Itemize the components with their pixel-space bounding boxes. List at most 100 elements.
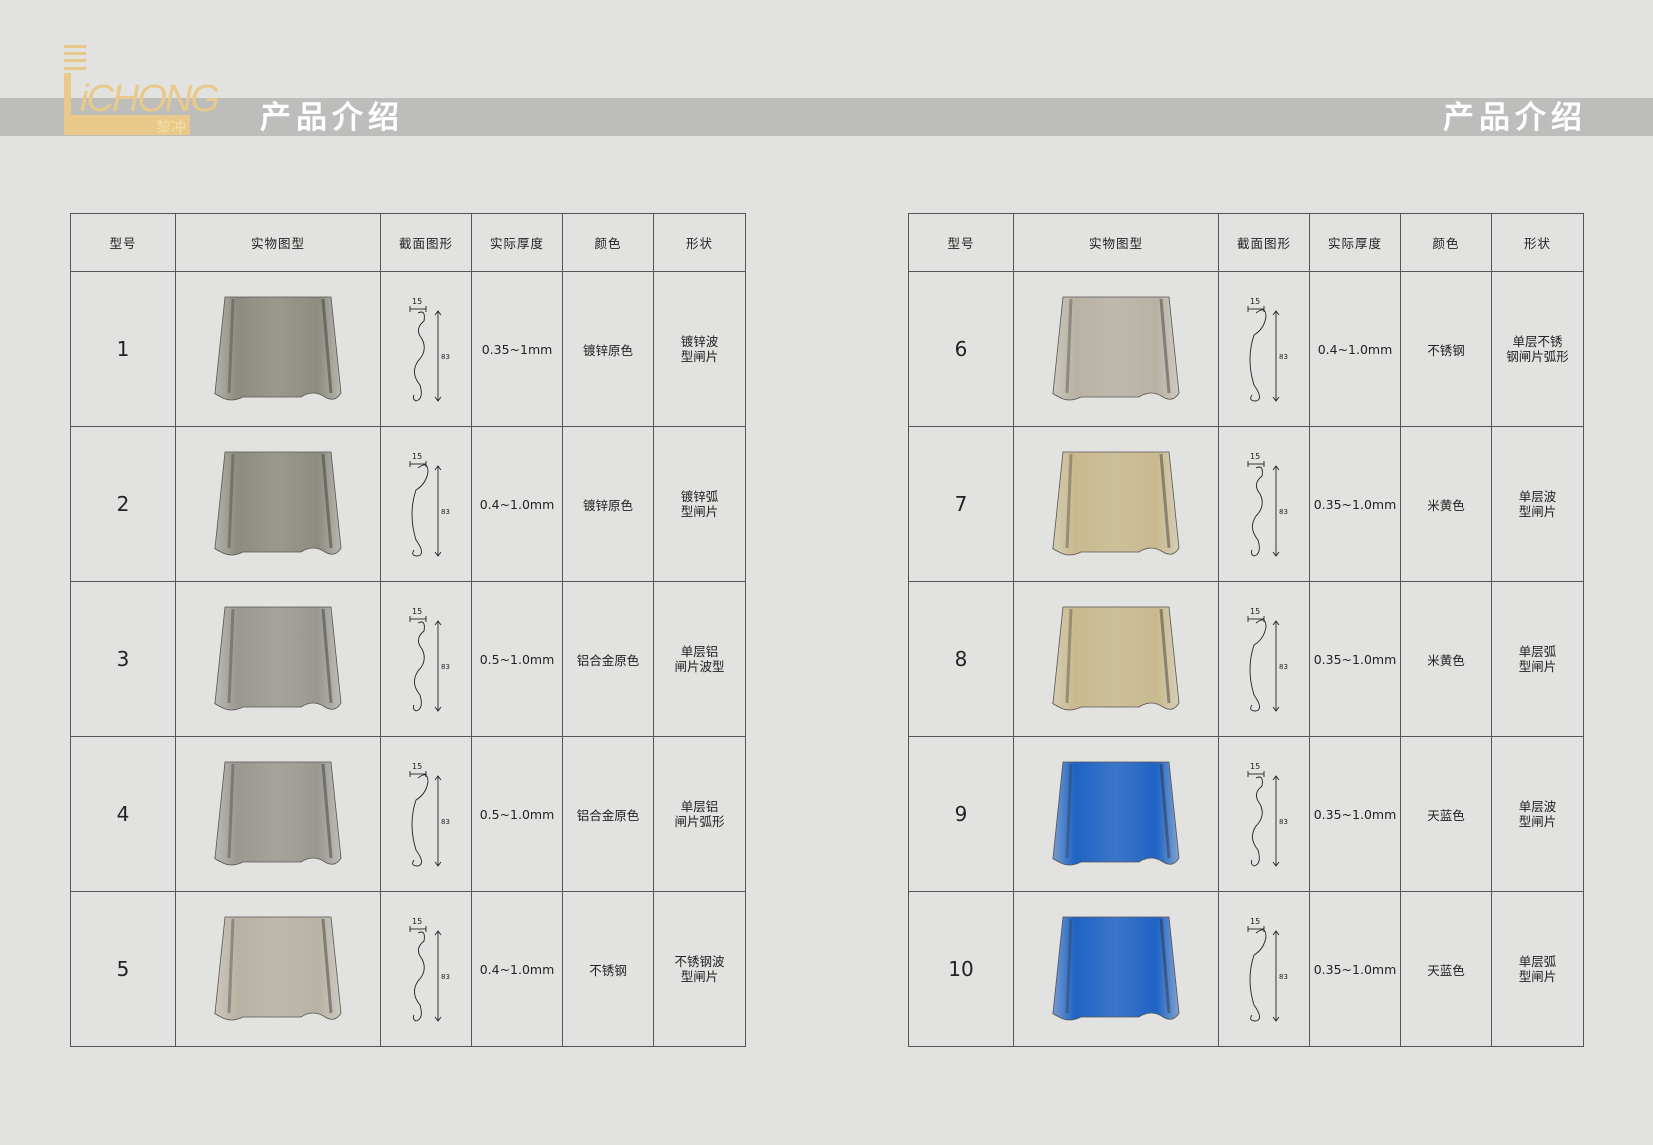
lichong-logo: iCHONG 黎冲 [64, 45, 220, 136]
cross-section-drawing: 1583 [409, 607, 450, 712]
svg-text:15: 15 [1250, 917, 1260, 926]
svg-text:15: 15 [1250, 297, 1260, 306]
column-header: 型号 [908, 213, 1014, 272]
svg-text:15: 15 [1250, 607, 1260, 616]
section-cell: 15 83 [380, 581, 472, 737]
thickness: 0.35~1mm [471, 271, 563, 427]
thickness: 0.35~1.0mm [1309, 891, 1401, 1047]
thickness: 0.5~1.0mm [471, 581, 563, 737]
model-number: 4 [70, 736, 176, 892]
svg-text:83: 83 [1279, 818, 1288, 826]
photo-cell [175, 271, 381, 427]
model-number: 10 [908, 891, 1014, 1047]
svg-text:黎冲: 黎冲 [156, 118, 186, 136]
column-header: 形状 [653, 213, 746, 272]
table-header-row: 型号 实物图型 截面图形 实际厚度 颜色 形状 [908, 213, 1584, 272]
svg-text:83: 83 [441, 353, 450, 361]
shape-line: 闸片弧形 [674, 814, 725, 829]
model-number: 9 [908, 736, 1014, 892]
svg-text:83: 83 [441, 973, 450, 981]
product-photo [1052, 451, 1180, 556]
model-number: 6 [908, 271, 1014, 427]
shape-description: 单层弧 型闸片 [1491, 581, 1584, 737]
shape-description: 单层波 型闸片 [1491, 736, 1584, 892]
shape-line: 型闸片 [1518, 504, 1557, 519]
cross-section-drawing: 1583 [1247, 607, 1288, 712]
table-body: 1 15 83 0.35~1mm 镀锌原色 镀锌波 型闸片 2 15 83 0.4~1.0mm 镀锌原… [70, 271, 746, 1047]
photo-cell [175, 426, 381, 582]
product-photo [214, 761, 342, 866]
column-header: 颜色 [1400, 213, 1492, 272]
shape-description: 镀锌波 型闸片 [653, 271, 746, 427]
cross-section-drawing: 1583 [1247, 452, 1288, 557]
cross-section-drawing: 1583 [409, 297, 450, 402]
product-photo [214, 296, 342, 401]
product-photo [214, 451, 342, 556]
section-cell: 15 83 [380, 891, 472, 1047]
shape-line: 不锈钢波 [674, 954, 725, 969]
table-row: 3 15 83 0.5~1.0mm 铝合金原色 单层铝 闸片波型 [70, 581, 746, 737]
shape-line: 镀锌弧 [680, 489, 719, 504]
photo-cell [1013, 581, 1219, 737]
cross-section-drawing: 1583 [1247, 762, 1288, 867]
color-name: 不锈钢 [1400, 271, 1492, 427]
shape-line: 型闸片 [1518, 814, 1557, 829]
svg-text:15: 15 [412, 762, 422, 771]
svg-text:83: 83 [1279, 663, 1288, 671]
column-header: 截面图形 [380, 213, 472, 272]
model-number: 3 [70, 581, 176, 737]
table-row: 9 15 83 0.35~1.0mm 天蓝色 单层波 型闸片 [908, 736, 1584, 892]
shape-description: 镀锌弧 型闸片 [653, 426, 746, 582]
cross-section-drawing: 1583 [409, 452, 450, 557]
column-header: 截面图形 [1218, 213, 1310, 272]
page-title-right: 产品介绍 [1443, 100, 1587, 136]
section-cell: 15 83 [380, 426, 472, 582]
shape-line: 闸片波型 [674, 659, 725, 674]
photo-cell [1013, 736, 1219, 892]
section-cell: 15 83 [1218, 271, 1310, 427]
thickness: 0.4~1.0mm [1309, 271, 1401, 427]
model-number: 8 [908, 581, 1014, 737]
product-photo [214, 916, 342, 1021]
column-header: 形状 [1491, 213, 1584, 272]
product-photo [214, 606, 342, 711]
svg-text:15: 15 [1250, 452, 1260, 461]
shape-line: 型闸片 [1518, 969, 1557, 984]
thickness: 0.35~1.0mm [1309, 581, 1401, 737]
model-number: 7 [908, 426, 1014, 582]
product-photo [1052, 606, 1180, 711]
shape-line: 单层弧 [1518, 954, 1557, 969]
svg-text:83: 83 [441, 508, 450, 516]
color-name: 铝合金原色 [562, 736, 654, 892]
section-cell: 15 83 [1218, 581, 1310, 737]
color-name: 天蓝色 [1400, 736, 1492, 892]
model-number: 5 [70, 891, 176, 1047]
color-name: 米黄色 [1400, 581, 1492, 737]
cross-section-drawing: 1583 [1247, 297, 1288, 402]
shape-line: 单层不锈 [1512, 334, 1563, 349]
model-number: 1 [70, 271, 176, 427]
color-name: 天蓝色 [1400, 891, 1492, 1047]
shape-line: 单层弧 [1518, 644, 1557, 659]
table-row: 2 15 83 0.4~1.0mm 镀锌原色 镀锌弧 型闸片 [70, 426, 746, 582]
thickness: 0.4~1.0mm [471, 426, 563, 582]
column-header: 实物图型 [1013, 213, 1219, 272]
shape-line: 型闸片 [1518, 659, 1557, 674]
photo-cell [175, 581, 381, 737]
table-row: 5 15 83 0.4~1.0mm 不锈钢 不锈钢波 型闸片 [70, 891, 746, 1047]
column-header: 实际厚度 [1309, 213, 1401, 272]
photo-cell [1013, 891, 1219, 1047]
svg-text:15: 15 [1250, 762, 1260, 771]
cross-section-drawing: 1583 [1247, 917, 1288, 1022]
product-table-left: 型号 实物图型 截面图形 实际厚度 颜色 形状 1 15 83 0.35~1mm 镀锌原色 镀锌波型… [70, 213, 746, 1047]
shape-description: 单层不锈 钢闸片弧形 [1491, 271, 1584, 427]
svg-text:15: 15 [412, 452, 422, 461]
cross-section-drawing: 1583 [409, 762, 450, 867]
thickness: 0.35~1.0mm [1309, 426, 1401, 582]
svg-text:15: 15 [412, 297, 422, 306]
shape-description: 单层弧 型闸片 [1491, 891, 1584, 1047]
photo-cell [1013, 271, 1219, 427]
thickness: 0.35~1.0mm [1309, 736, 1401, 892]
color-name: 不锈钢 [562, 891, 654, 1047]
color-name: 米黄色 [1400, 426, 1492, 582]
